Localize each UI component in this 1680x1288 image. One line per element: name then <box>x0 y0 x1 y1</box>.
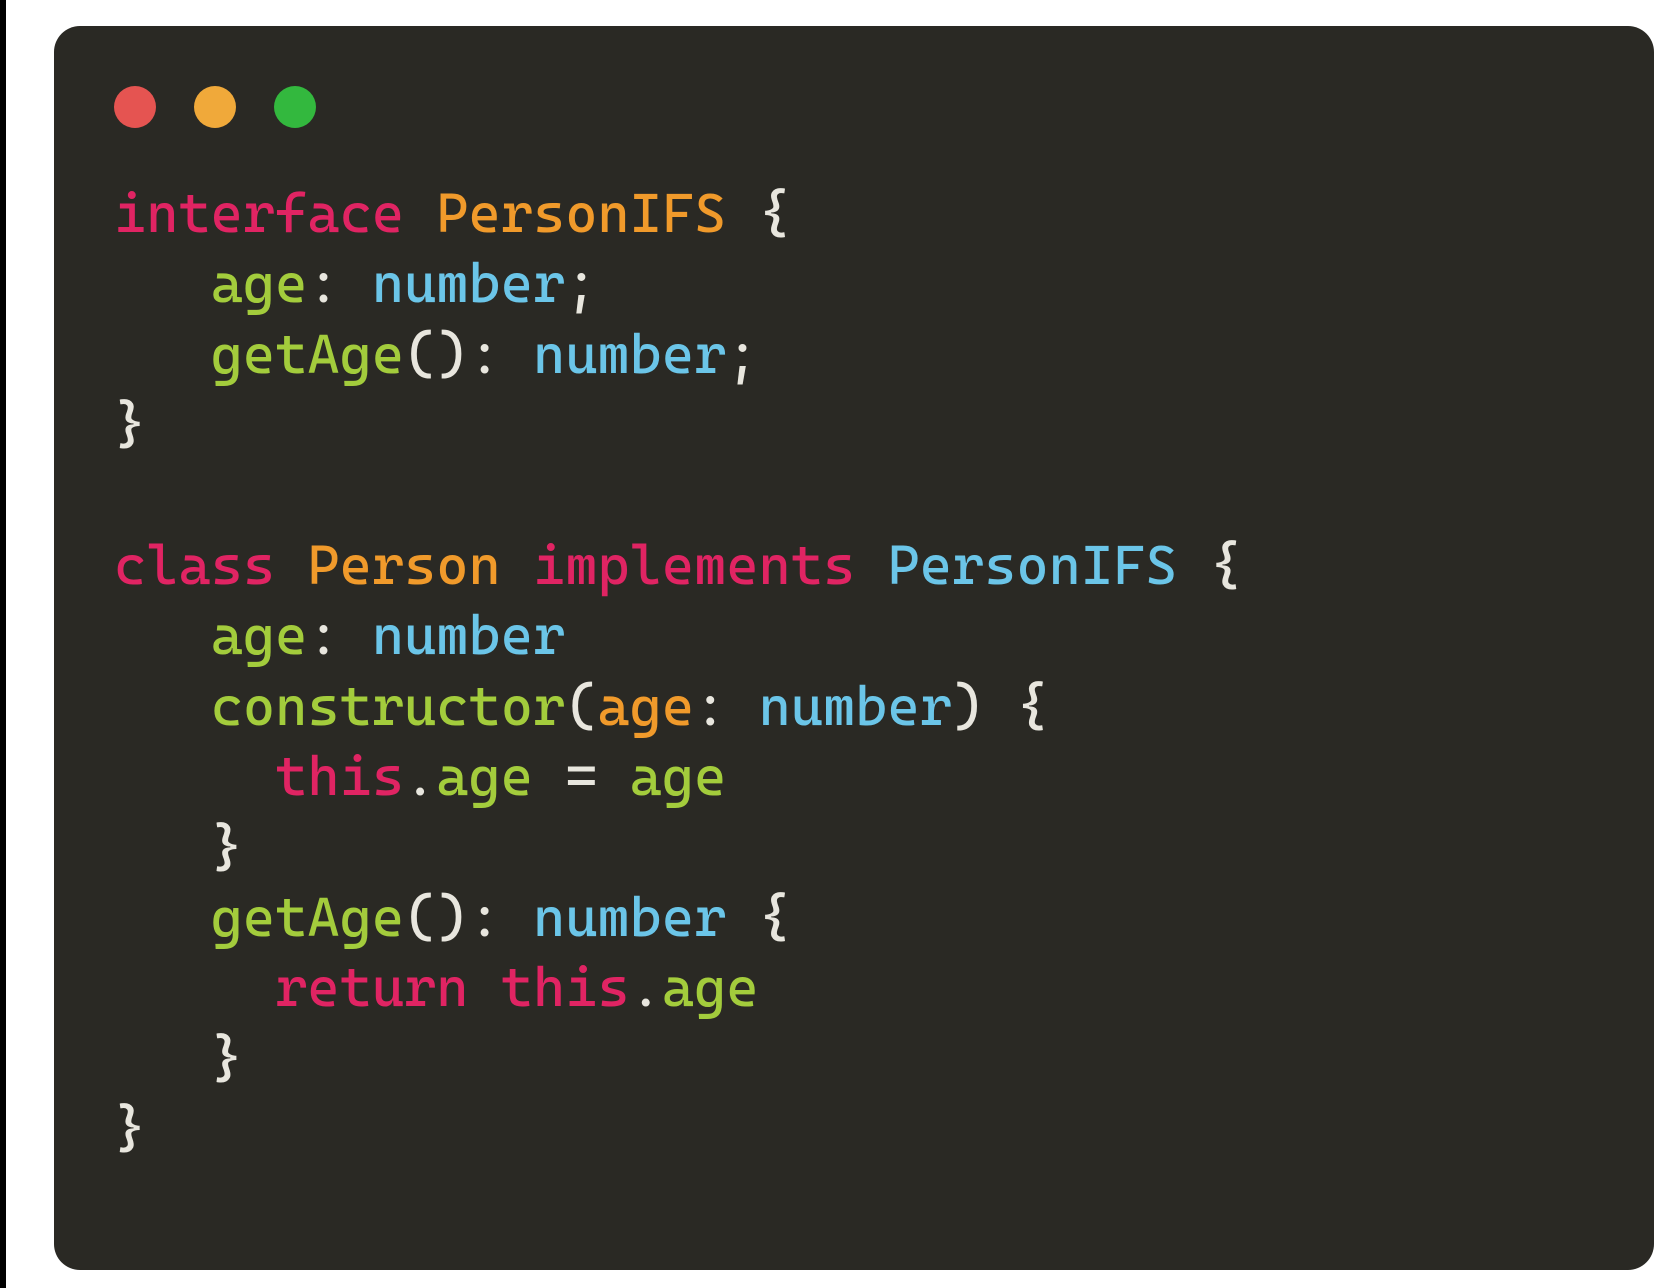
paren-open: ( <box>565 674 597 738</box>
property-age: age <box>662 955 759 1019</box>
keyword-this: this <box>501 955 630 1019</box>
interface-name: PersonIFS <box>436 181 726 245</box>
dot: . <box>630 955 662 1019</box>
colon: : <box>694 674 758 738</box>
indent <box>114 744 275 808</box>
space <box>855 533 887 597</box>
space <box>501 533 533 597</box>
space <box>404 181 436 245</box>
method-getAge: getAge <box>211 885 404 949</box>
type-PersonIFS: PersonIFS <box>887 533 1177 597</box>
paren-close-colon: ): <box>436 322 533 386</box>
type-number: number <box>533 322 726 386</box>
brace-close: } <box>114 1096 146 1160</box>
window-minimize-icon[interactable] <box>194 86 236 128</box>
paren-close-brace: ) { <box>952 674 1049 738</box>
type-number: number <box>533 885 726 949</box>
brace-open: { <box>1178 533 1242 597</box>
code-block: interface PersonIFS { age: number; getAg… <box>114 178 1594 1163</box>
property-age: age <box>436 744 533 808</box>
keyword-interface: interface <box>114 181 404 245</box>
property-age: age <box>211 603 308 667</box>
indent <box>114 1026 211 1090</box>
brace-open: { <box>726 181 790 245</box>
keyword-class: class <box>114 533 275 597</box>
window-zoom-icon[interactable] <box>274 86 316 128</box>
identifier-age: age <box>630 744 727 808</box>
equals: = <box>533 744 630 808</box>
property-age: age <box>211 251 308 315</box>
semicolon: ; <box>726 322 758 386</box>
indent <box>114 322 211 386</box>
brace-close: } <box>211 815 243 879</box>
type-number: number <box>372 603 565 667</box>
colon: : <box>307 251 371 315</box>
indent <box>114 603 211 667</box>
class-name: Person <box>307 533 500 597</box>
keyword-implements: implements <box>533 533 855 597</box>
type-number: number <box>372 251 565 315</box>
indent <box>114 885 211 949</box>
space <box>275 533 307 597</box>
window-close-icon[interactable] <box>114 86 156 128</box>
code-window: interface PersonIFS { age: number; getAg… <box>54 26 1654 1270</box>
colon: : <box>307 603 371 667</box>
brace-open: { <box>726 885 790 949</box>
paren-close-colon: ): <box>436 885 533 949</box>
window-controls <box>114 86 1594 128</box>
keyword-this: this <box>275 744 404 808</box>
brace-close: } <box>114 392 146 456</box>
indent <box>114 674 211 738</box>
brace-close: } <box>211 1026 243 1090</box>
paren-open: ( <box>404 322 436 386</box>
space <box>469 955 501 1019</box>
page: interface PersonIFS { age: number; getAg… <box>0 0 1680 1288</box>
indent <box>114 251 211 315</box>
method-getAge: getAge <box>211 322 404 386</box>
indent <box>114 815 211 879</box>
keyword-return: return <box>275 955 468 1019</box>
type-number: number <box>759 674 952 738</box>
semicolon: ; <box>565 251 597 315</box>
indent <box>114 955 275 1019</box>
constructor: constructor <box>211 674 566 738</box>
dot: . <box>404 744 436 808</box>
paren-open: ( <box>404 885 436 949</box>
param-age: age <box>597 674 694 738</box>
